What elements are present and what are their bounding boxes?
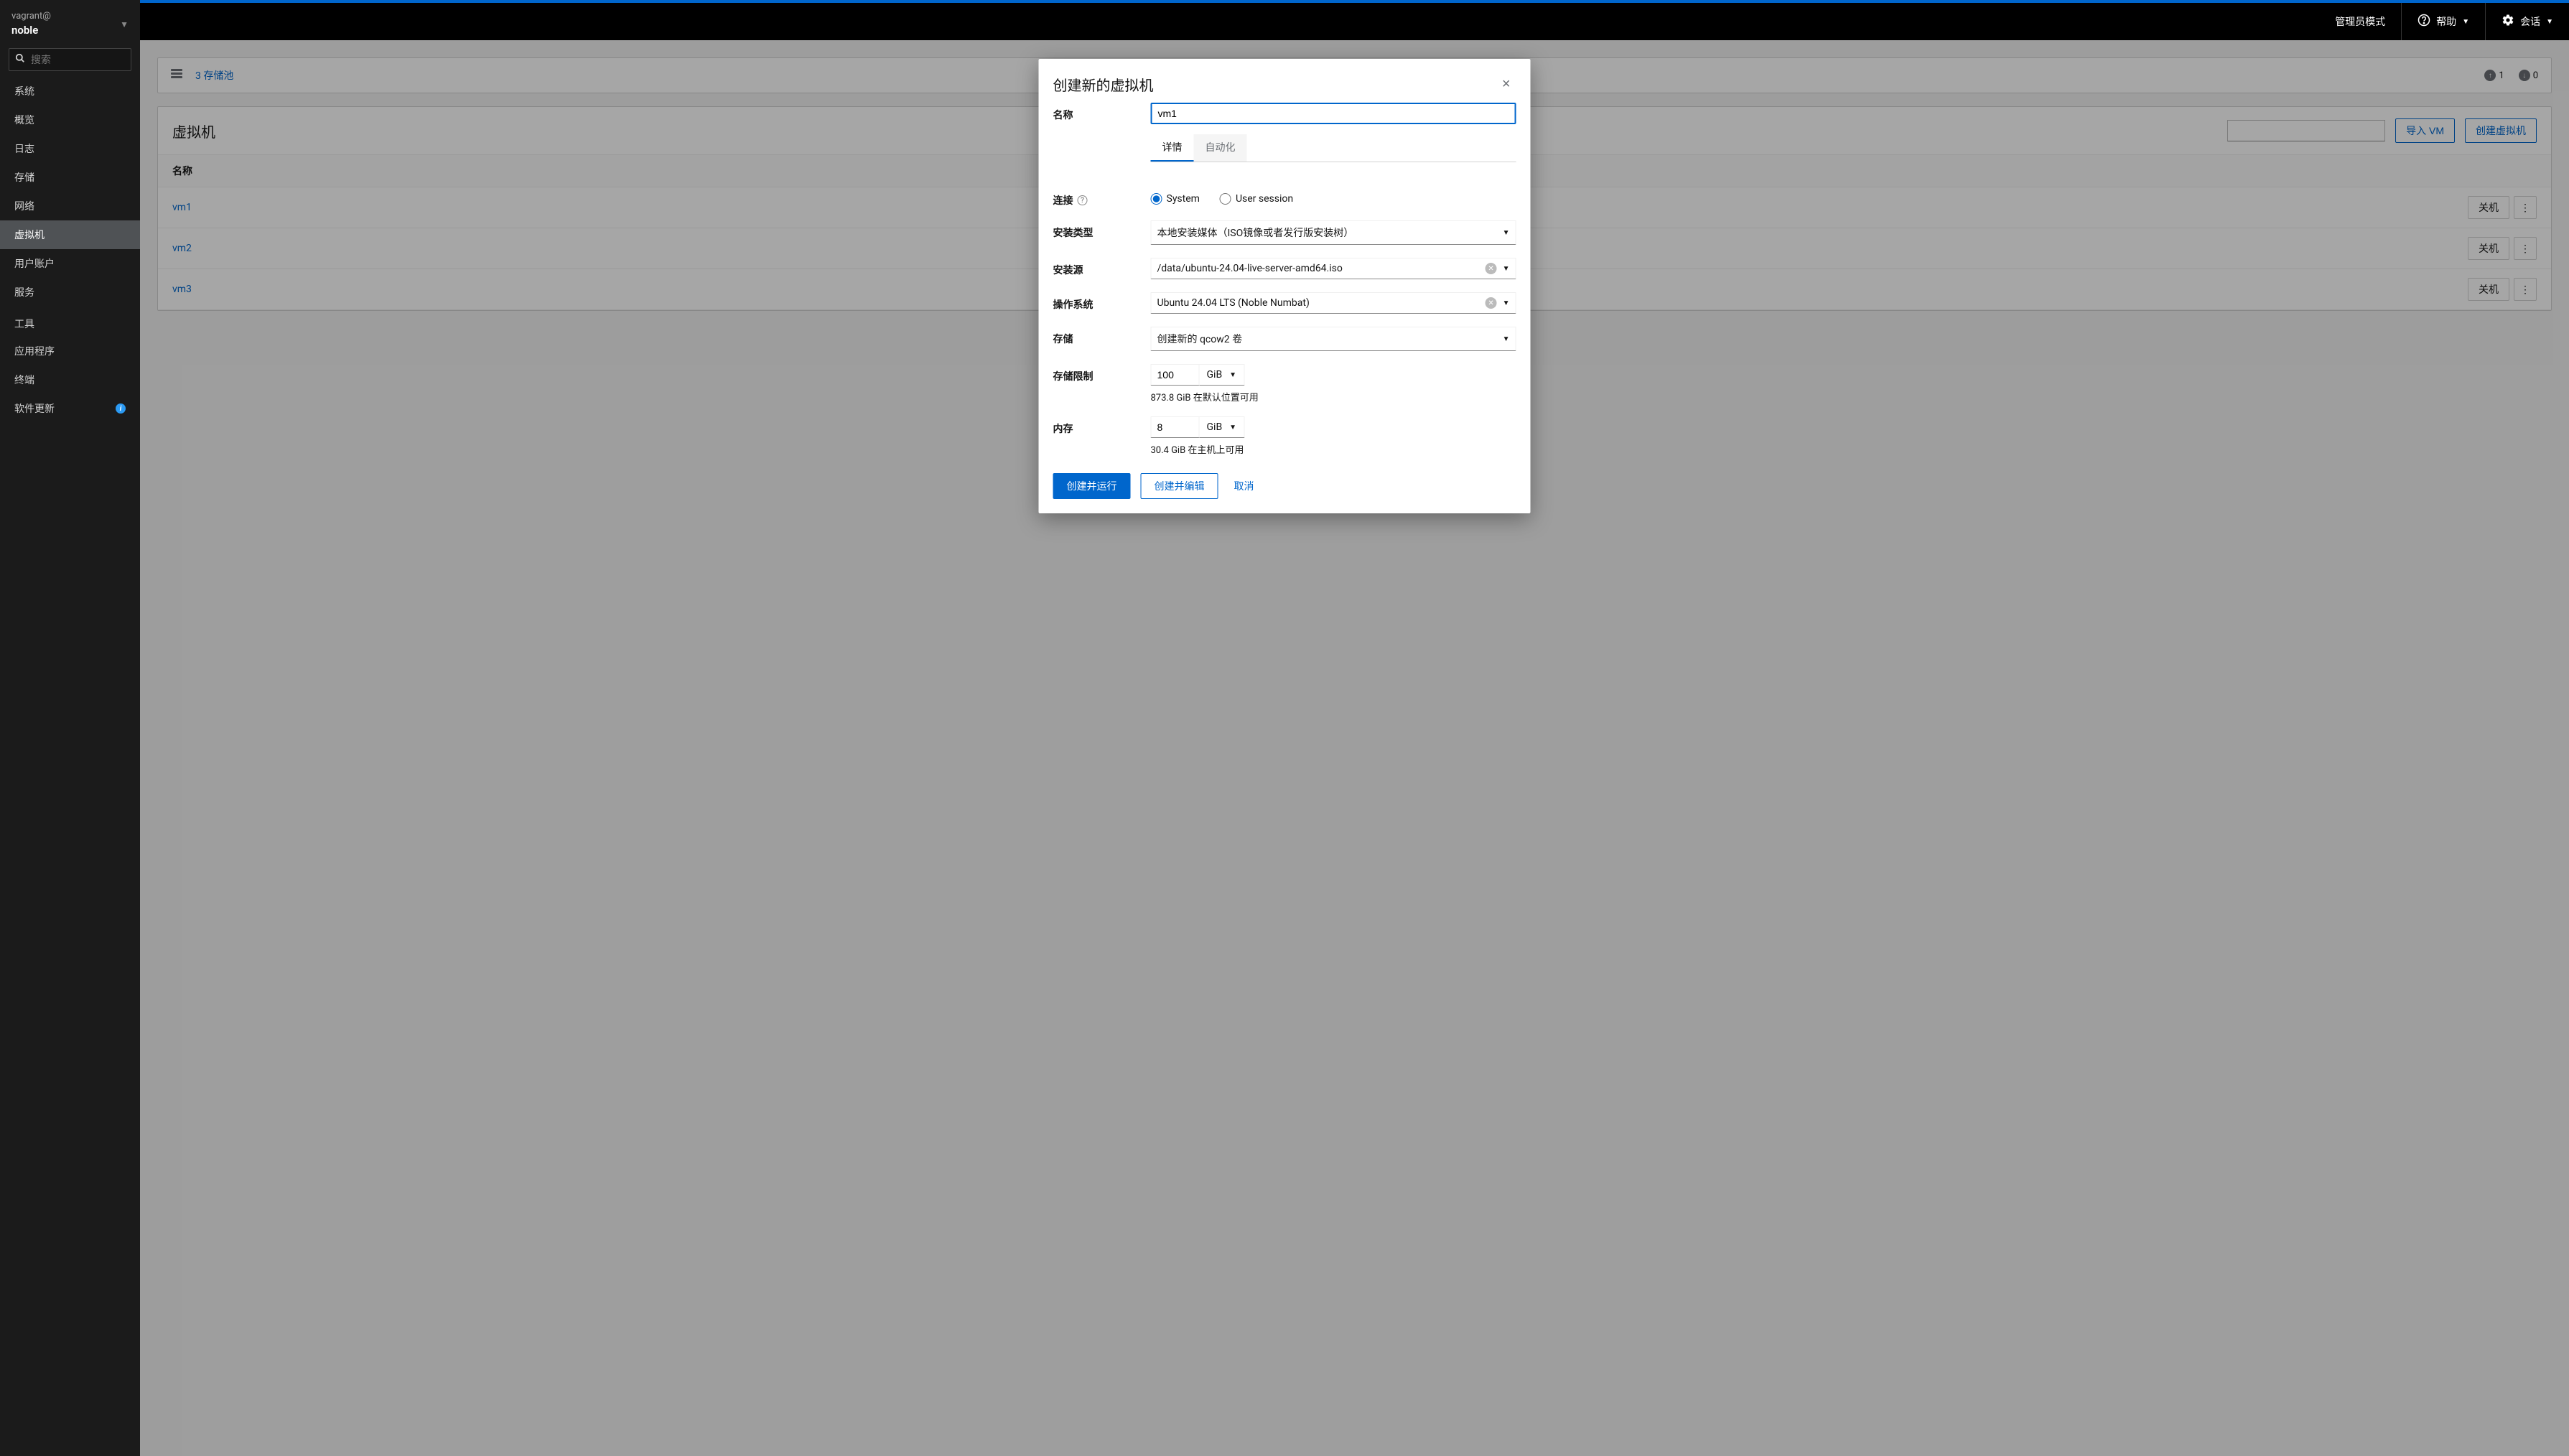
select-value: 创建新的 qcow2 卷 (1157, 332, 1243, 346)
connection-label: 连接 ? (1053, 188, 1139, 207)
nav-label: 存储 (14, 170, 34, 185)
nav-item-apps[interactable]: 应用程序 (0, 337, 140, 365)
nav-item-overview[interactable]: 概览 (0, 106, 140, 134)
search-input-wrap[interactable] (9, 48, 131, 71)
sidebar: vagrant@ noble ▼ 系统 概览 日志 存储 网络 虚拟机 用户账户… (0, 0, 140, 1456)
create-and-run-button[interactable]: 创建并运行 (1053, 473, 1131, 499)
radio-system-input[interactable] (1151, 193, 1162, 205)
radio-user-session[interactable]: User session (1220, 193, 1293, 205)
chevron-down-icon: ▼ (1503, 265, 1510, 273)
memory-label: 内存 (1053, 416, 1139, 436)
name-input[interactable] (1151, 103, 1516, 124)
nav-item-terminal[interactable]: 终端 (0, 365, 140, 394)
storage-limit-input[interactable] (1151, 364, 1200, 386)
nav-label: 日志 (14, 141, 34, 156)
nav-section-tools: 工具 (0, 307, 140, 337)
name-label: 名称 (1053, 103, 1139, 122)
chevron-down-icon: ▼ (1229, 371, 1236, 379)
nav-item-logs[interactable]: 日志 (0, 134, 140, 163)
radio-label: System (1167, 193, 1200, 205)
help-icon (2418, 14, 2430, 29)
topbar-label: 帮助 (2436, 14, 2456, 29)
host-switcher[interactable]: vagrant@ noble ▼ (0, 0, 140, 48)
storage-limit-unit-select[interactable]: GiB ▼ (1200, 364, 1245, 386)
combo-value: Ubuntu 24.04 LTS (Noble Numbat) (1157, 297, 1480, 309)
topbar-label: 会话 (2520, 14, 2540, 29)
sidebar-user: vagrant@ (11, 10, 51, 23)
chevron-down-icon: ▼ (2546, 18, 2553, 26)
storage-limit-label: 存储限制 (1053, 364, 1139, 383)
session-menu[interactable]: 会话 ▼ (2485, 3, 2569, 40)
info-icon: i (116, 403, 126, 414)
nav-item-storage[interactable]: 存储 (0, 163, 140, 192)
sidebar-host: noble (11, 23, 51, 38)
dialog-title: 创建新的虚拟机 (1053, 74, 1154, 95)
nav-label: 虚拟机 (14, 228, 45, 242)
dialog-footer: 创建并运行 创建并编辑 取消 (1053, 469, 1516, 499)
topbar: 管理员模式 帮助 ▼ 会话 ▼ (140, 3, 2569, 40)
close-button[interactable]: × (1496, 73, 1516, 95)
unit-value: GiB (1207, 369, 1223, 381)
memory-input[interactable] (1151, 416, 1200, 438)
search-icon (15, 53, 25, 66)
combo-value: /data/ubuntu-24.04-live-server-amd64.iso (1157, 263, 1480, 274)
memory-unit-select[interactable]: GiB ▼ (1200, 416, 1245, 438)
nav-label: 网络 (14, 199, 34, 213)
nav-label: 系统 (14, 84, 34, 98)
install-source-label: 安装源 (1053, 258, 1139, 277)
chevron-down-icon: ▼ (1229, 424, 1236, 431)
chevron-down-icon: ▼ (2462, 18, 2469, 26)
storage-limit-hint: 873.8 GiB 在默认位置可用 (1151, 390, 1516, 403)
search-input[interactable] (31, 54, 125, 65)
tab-automation[interactable]: 自动化 (1194, 134, 1247, 162)
dialog-tabs: 详情 自动化 (1151, 134, 1516, 162)
storage-select[interactable]: 创建新的 qcow2 卷 ▼ (1151, 327, 1516, 351)
storage-label: 存储 (1053, 327, 1139, 346)
unit-value: GiB (1207, 421, 1223, 433)
chevron-down-icon: ▼ (120, 19, 129, 29)
close-icon: × (1502, 76, 1511, 92)
install-type-select[interactable]: 本地安装媒体（ISO镜像或者发行版安装树） ▼ (1151, 220, 1516, 245)
nav-item-network[interactable]: 网络 (0, 192, 140, 220)
help-menu[interactable]: 帮助 ▼ (2401, 3, 2485, 40)
nav-item-accounts[interactable]: 用户账户 (0, 249, 140, 278)
install-source-combo[interactable]: /data/ubuntu-24.04-live-server-amd64.iso… (1151, 258, 1516, 279)
nav-label: 用户账户 (14, 256, 55, 271)
memory-hint: 30.4 GiB 在主机上可用 (1151, 442, 1516, 456)
chevron-down-icon: ▼ (1503, 299, 1510, 307)
clear-icon[interactable]: ✕ (1486, 263, 1497, 274)
radio-label: User session (1236, 193, 1293, 205)
help-icon[interactable]: ? (1078, 195, 1088, 205)
nav-item-updates[interactable]: 软件更新 i (0, 394, 140, 423)
topbar-label: 管理员模式 (2335, 14, 2385, 29)
label-text: 连接 (1053, 193, 1073, 207)
create-and-edit-button[interactable]: 创建并编辑 (1141, 473, 1218, 499)
nav-item-vm[interactable]: 虚拟机 (0, 220, 140, 249)
nav-item-system[interactable]: 系统 (0, 77, 140, 106)
create-vm-dialog: 创建新的虚拟机 × 名称 详情 自动化 连接 ? (1039, 59, 1531, 513)
chevron-down-icon: ▼ (1503, 229, 1510, 237)
chevron-down-icon: ▼ (1503, 335, 1510, 343)
cancel-button[interactable]: 取消 (1228, 474, 1260, 498)
radio-user-input[interactable] (1220, 193, 1231, 205)
os-label: 操作系统 (1053, 292, 1139, 312)
nav-label: 应用程序 (14, 344, 55, 358)
nav-item-services[interactable]: 服务 (0, 278, 140, 307)
select-value: 本地安装媒体（ISO镜像或者发行版安装树） (1157, 225, 1354, 240)
gear-icon (2502, 14, 2514, 29)
nav-label: 服务 (14, 285, 34, 299)
nav-label: 概览 (14, 113, 34, 127)
install-type-label: 安装类型 (1053, 220, 1139, 240)
radio-system[interactable]: System (1151, 193, 1200, 205)
tab-details[interactable]: 详情 (1151, 134, 1194, 162)
clear-icon[interactable]: ✕ (1486, 297, 1497, 309)
os-combo[interactable]: Ubuntu 24.04 LTS (Noble Numbat) ✕ ▼ (1151, 292, 1516, 314)
nav-label: 终端 (14, 373, 34, 387)
admin-mode-button[interactable]: 管理员模式 (2319, 3, 2401, 40)
nav-label: 软件更新 (14, 401, 55, 416)
